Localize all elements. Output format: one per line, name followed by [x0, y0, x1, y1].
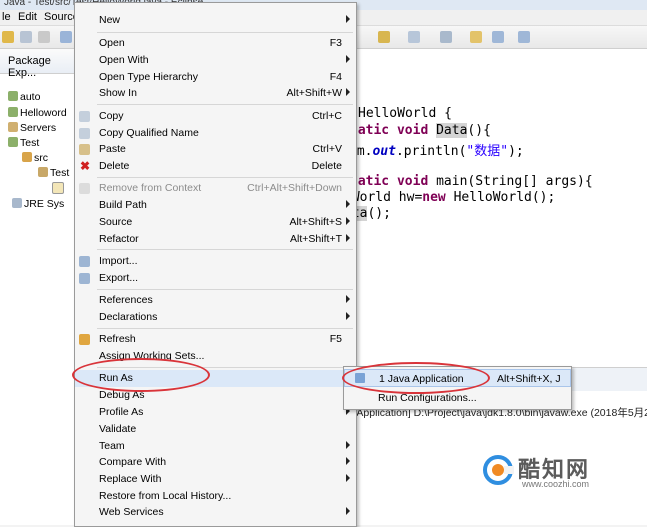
menu-item-declarations[interactable]: Declarations: [75, 309, 356, 326]
submenu-arrow-icon: [346, 234, 350, 242]
project-icon: [8, 137, 18, 147]
menu-item-source[interactable]: Source Alt+Shift+S: [75, 214, 356, 231]
submenu-arrow-icon: [346, 217, 350, 225]
tree-item-src[interactable]: src: [22, 152, 48, 164]
menu-item-profile-as[interactable]: Profile As: [75, 404, 356, 421]
submenu-arrow-icon: [346, 200, 350, 208]
run-as-highlight-oval: [72, 358, 210, 392]
project-icon: [8, 107, 18, 117]
pen-icon[interactable]: [378, 31, 390, 43]
menu-item-refactor[interactable]: Refactor Alt+Shift+T: [75, 231, 356, 248]
paste-icon: [79, 144, 90, 155]
code-line: oWorld hw=new HelloWorld();: [344, 190, 556, 205]
folder-icon: [8, 122, 18, 132]
menu-item-paste[interactable]: Paste Ctrl+V: [75, 141, 356, 158]
back-icon[interactable]: [470, 31, 482, 43]
submenu-arrow-icon: [346, 457, 350, 465]
export-icon: [79, 273, 90, 284]
code-line: HelloWorld {: [358, 106, 452, 121]
submenu-arrow-icon: [346, 312, 350, 320]
submenu-arrow-icon: [346, 507, 350, 515]
submenu-arrow-icon: [346, 55, 350, 63]
submenu-arrow-icon: [346, 88, 350, 96]
code-line: tatic void main(String[] args){: [350, 174, 593, 189]
menu-item-web-services[interactable]: Web Services: [75, 504, 356, 521]
menu-item-copy-qualified-name[interactable]: Copy Qualified Name: [75, 125, 356, 142]
tree-item-auto[interactable]: auto: [8, 91, 40, 103]
copy-icon: [79, 111, 90, 122]
menu-item-restore-from-local-history[interactable]: Restore from Local History...: [75, 488, 356, 505]
submenu-arrow-icon: [346, 15, 350, 23]
menu-item-team[interactable]: Team: [75, 438, 356, 455]
package-explorer-tab[interactable]: Package Exp...: [0, 49, 75, 79]
menu-separator: [97, 177, 353, 178]
delete-icon: ✖: [80, 159, 91, 173]
menu-file[interactable]: le: [2, 11, 11, 23]
library-icon: [12, 198, 22, 208]
code-line: tatic void Data(){: [350, 123, 491, 138]
tree-item-test[interactable]: Test: [8, 137, 39, 149]
code-editor[interactable]: [355, 49, 647, 367]
nav-forward-icon[interactable]: [518, 31, 530, 43]
menu-item-replace-with[interactable]: Replace With: [75, 471, 356, 488]
watermark: 酷知网 www.coozhi.com: [482, 448, 632, 493]
menu-separator: [97, 328, 353, 329]
menu-item-import[interactable]: Import...: [75, 253, 356, 270]
print-icon[interactable]: [38, 31, 50, 43]
import-icon: [79, 256, 90, 267]
source-folder-icon: [22, 152, 32, 162]
refresh-icon: [79, 334, 90, 345]
menu-item-export[interactable]: Export...: [75, 270, 356, 287]
menu-item-compare-with[interactable]: Compare With: [75, 454, 356, 471]
tree-item-test-package[interactable]: Test: [38, 167, 69, 179]
menu-item-open-with[interactable]: Open With: [75, 52, 356, 69]
new-icon[interactable]: [2, 31, 14, 43]
menu-separator: [97, 289, 353, 290]
remove-context-icon: [79, 183, 90, 194]
java-application-highlight-oval: [342, 362, 490, 394]
menu-edit[interactable]: Edit: [18, 11, 37, 23]
package-explorer-tab-label: Package Exp...: [8, 55, 51, 79]
watermark-url: www.coozhi.com: [522, 479, 590, 489]
project-icon: [8, 91, 18, 101]
code-line: em.out.println("数据");: [349, 144, 524, 159]
save-icon[interactable]: [20, 31, 32, 43]
menu-separator: [97, 104, 353, 105]
menu-item-references[interactable]: References: [75, 292, 356, 309]
menu-separator: [97, 249, 353, 250]
context-menu: New Open F3 Open With Open Type Hierarchy…: [74, 2, 357, 527]
menu-item-show-in[interactable]: Show In Alt+Shift+W: [75, 85, 356, 102]
tree-item-jre[interactable]: JRE Sys: [12, 198, 64, 210]
menu-item-open-type-hierarchy[interactable]: Open Type Hierarchy F4: [75, 69, 356, 86]
menu-item-refresh[interactable]: Refresh F5: [75, 331, 356, 348]
watermark-logo-icon: [483, 455, 514, 485]
java-file-icon: [52, 182, 64, 194]
menu-item-copy[interactable]: Copy Ctrl+C: [75, 108, 356, 125]
menu-item-validate[interactable]: Validate: [75, 421, 356, 438]
copy-qualified-icon: [79, 128, 90, 139]
menu-item-open[interactable]: Open F3: [75, 35, 356, 52]
tree-item-servers[interactable]: Servers: [8, 122, 56, 134]
window-icon[interactable]: [60, 31, 72, 43]
menu-separator: [97, 32, 353, 33]
menu-item-build-path[interactable]: Build Path: [75, 197, 356, 214]
submenu-arrow-icon: [346, 295, 350, 303]
menu-item-new[interactable]: New: [75, 12, 356, 29]
annotation-icon[interactable]: [408, 31, 420, 43]
nav-back-icon[interactable]: [492, 31, 504, 43]
package-icon: [38, 167, 48, 177]
submenu-arrow-icon: [346, 474, 350, 482]
tree-item-helloword[interactable]: Helloword: [8, 107, 67, 119]
package-explorer: [0, 49, 76, 525]
submenu-arrow-icon: [346, 441, 350, 449]
menu-item-remove-from-context: Remove from Context Ctrl+Alt+Shift+Down: [75, 180, 356, 197]
annotation-next-icon[interactable]: [440, 31, 452, 43]
menu-item-delete[interactable]: ✖ Delete Delete: [75, 158, 356, 175]
tree-item-helloworld-java[interactable]: [52, 182, 66, 196]
